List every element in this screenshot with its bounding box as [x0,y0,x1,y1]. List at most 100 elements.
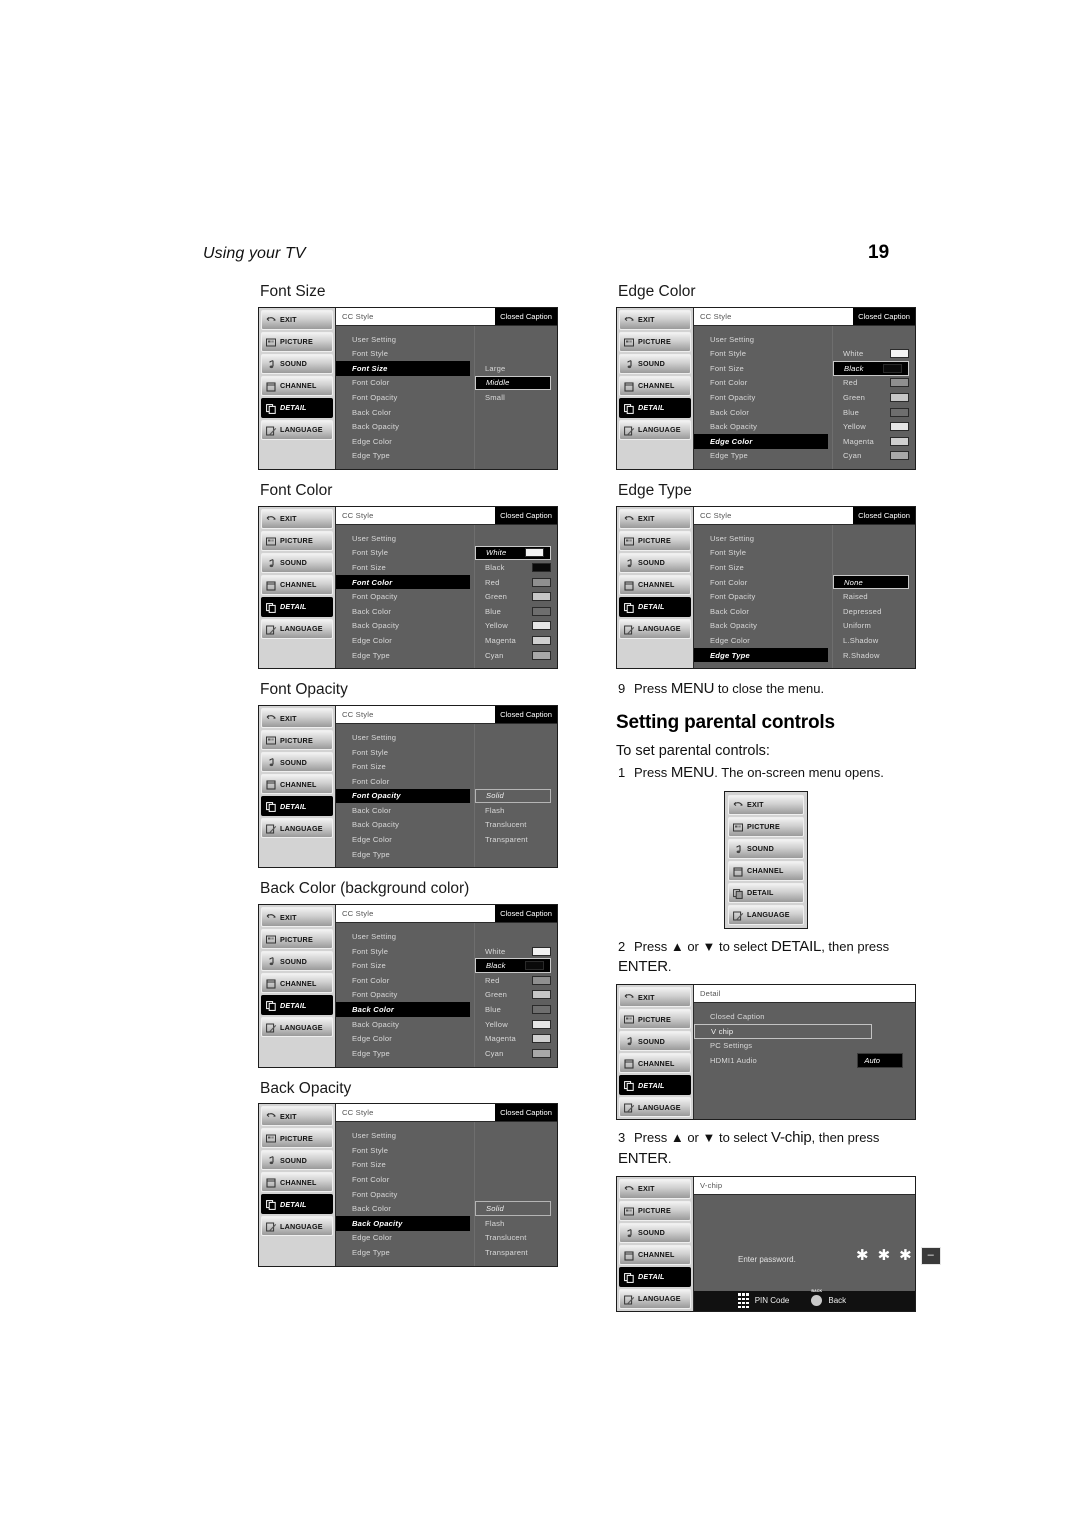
option-item[interactable]: Blue [475,604,557,619]
rail-item-sound[interactable]: SOUND [619,1031,691,1052]
menu-item-selected[interactable]: Font Size [336,361,470,376]
menu-item[interactable]: Edge Type [694,449,828,464]
option-item[interactable]: Translucent [475,1231,557,1246]
option-item[interactable]: Yellow [833,419,915,434]
rail-item-sound[interactable]: SOUND [261,552,333,573]
menu-item[interactable]: Edge Type [336,449,470,464]
option-item[interactable]: R.Shadow [833,648,915,663]
menu-item[interactable]: Font Color [694,376,828,391]
menu-item[interactable]: Back Opacity [336,619,470,634]
option-item[interactable]: Blue [475,1002,557,1017]
menu-item[interactable]: Font Opacity [336,390,470,405]
rail-item-picture[interactable]: PICTURE [728,816,804,837]
rail-item-language[interactable]: LANGUAGE [261,1216,333,1237]
menu-item[interactable]: Font Size [336,759,470,774]
menu-item[interactable]: Font Style [336,1143,470,1158]
menu-item-selected[interactable]: Font Color [336,574,470,590]
option-item-selected[interactable]: White [475,545,551,561]
menu-item[interactable]: User Setting [694,531,828,546]
rail-item-detail[interactable]: DETAIL [728,882,804,903]
menu-item[interactable]: Edge Type [336,1046,470,1061]
rail-item-picture[interactable]: PICTURE [619,331,691,352]
rail-item-sound[interactable]: SOUND [619,1222,691,1243]
rail-item-detail[interactable]: DETAIL [261,995,333,1016]
rail-item-sound[interactable]: SOUND [261,353,333,374]
option-item[interactable]: Cyan [475,648,557,663]
option-item[interactable]: Transparent [475,832,557,847]
rail-item-detail[interactable]: DETAIL [261,397,333,418]
menu-item[interactable]: Font Style [336,346,470,361]
menu-item[interactable]: Font Size [694,361,828,376]
menu-item[interactable]: Font Opacity [336,1187,470,1202]
menu-item[interactable]: Back Color [336,604,470,619]
menu-item[interactable]: Font Size [336,1158,470,1173]
menu-item[interactable]: Back Color [336,405,470,420]
menu-item[interactable]: Back Color [694,405,828,420]
rail-item-language[interactable]: LANGUAGE [728,904,804,925]
menu-item[interactable]: Font Size [694,560,828,575]
option-item[interactable]: Red [475,575,557,590]
back-button-icon[interactable] [811,1289,823,1307]
rail-item-language[interactable]: LANGUAGE [619,618,691,639]
rail-item-language[interactable]: LANGUAGE [619,419,691,440]
rail-item-exit[interactable]: EXIT [261,1106,333,1127]
rail-item-exit[interactable]: EXIT [619,987,691,1008]
menu-item[interactable]: Font Opacity [336,589,470,604]
option-item[interactable]: Blue [833,405,915,420]
rail-item-channel[interactable]: CHANNEL [619,1244,691,1265]
rail-item-sound[interactable]: SOUND [619,552,691,573]
menu-item[interactable]: Font Color [336,973,470,988]
option-item[interactable]: Magenta [475,1031,557,1046]
rail-item-channel[interactable]: CHANNEL [261,1172,333,1193]
rail-item-channel[interactable]: CHANNEL [261,973,333,994]
option-item-selected[interactable]: Middle [475,375,551,391]
menu-item[interactable]: Font Opacity [694,589,828,604]
menu-item[interactable]: Font Style [336,745,470,760]
menu-item[interactable]: Font Color [336,376,470,391]
rail-item-sound[interactable]: SOUND [728,838,804,859]
menu-item[interactable]: Edge Type [336,847,470,862]
option-item[interactable]: Magenta [475,633,557,648]
rail-item-channel[interactable]: CHANNEL [728,860,804,881]
menu-item-selected[interactable]: Font Opacity [336,788,470,804]
menu-item[interactable]: Edge Color [336,1031,470,1046]
menu-item[interactable]: Back Color [336,803,470,818]
rail-item-channel[interactable]: CHANNEL [619,574,691,595]
option-item[interactable]: Yellow [475,619,557,634]
menu-item[interactable]: Back Opacity [336,1017,470,1032]
option-item[interactable]: Magenta [833,434,915,449]
menu-item[interactable]: User Setting [336,332,470,347]
rail-item-exit[interactable]: EXIT [261,508,333,529]
rail-item-detail[interactable]: DETAIL [261,596,333,617]
menu-item[interactable]: Edge Color [336,633,470,648]
password-field[interactable]: ✱ ✱ ✱ – [856,1246,941,1265]
menu-item[interactable]: Back Opacity [694,419,828,434]
menu-item[interactable]: Back Opacity [336,419,470,434]
rail-item-picture[interactable]: PICTURE [619,530,691,551]
menu-item-selected[interactable]: Edge Type [694,647,828,663]
rail-item-language[interactable]: LANGUAGE [261,1017,333,1038]
rail-item-detail[interactable]: DETAIL [619,1075,691,1096]
menu-item[interactable]: Font Size [336,560,470,575]
rail-item-exit[interactable]: EXIT [261,907,333,928]
menu-item[interactable]: Back Color [694,604,828,619]
menu-item[interactable]: Font Style [694,546,828,561]
rail-item-language[interactable]: LANGUAGE [261,818,333,839]
option-item[interactable]: Cyan [475,1046,557,1061]
menu-item[interactable]: User Setting [336,531,470,546]
option-item[interactable]: Flash [475,1216,557,1231]
rail-item-sound[interactable]: SOUND [261,951,333,972]
menu-item[interactable]: Font Style [336,944,470,959]
menu-item[interactable]: Font Size [336,958,470,973]
option-item[interactable]: Large [475,361,557,376]
option-item-selected[interactable]: Solid [475,1201,551,1216]
option-item[interactable]: Translucent [475,818,557,833]
rail-item-channel[interactable]: CHANNEL [261,375,333,396]
menu-item[interactable]: Font Color [336,774,470,789]
rail-item-language[interactable]: LANGUAGE [261,419,333,440]
password-cursor-box[interactable]: – [920,1246,941,1265]
rail-item-language[interactable]: LANGUAGE [261,618,333,639]
option-item[interactable]: White [475,944,557,959]
option-item[interactable]: Red [475,973,557,988]
rail-item-exit[interactable]: EXIT [619,508,691,529]
